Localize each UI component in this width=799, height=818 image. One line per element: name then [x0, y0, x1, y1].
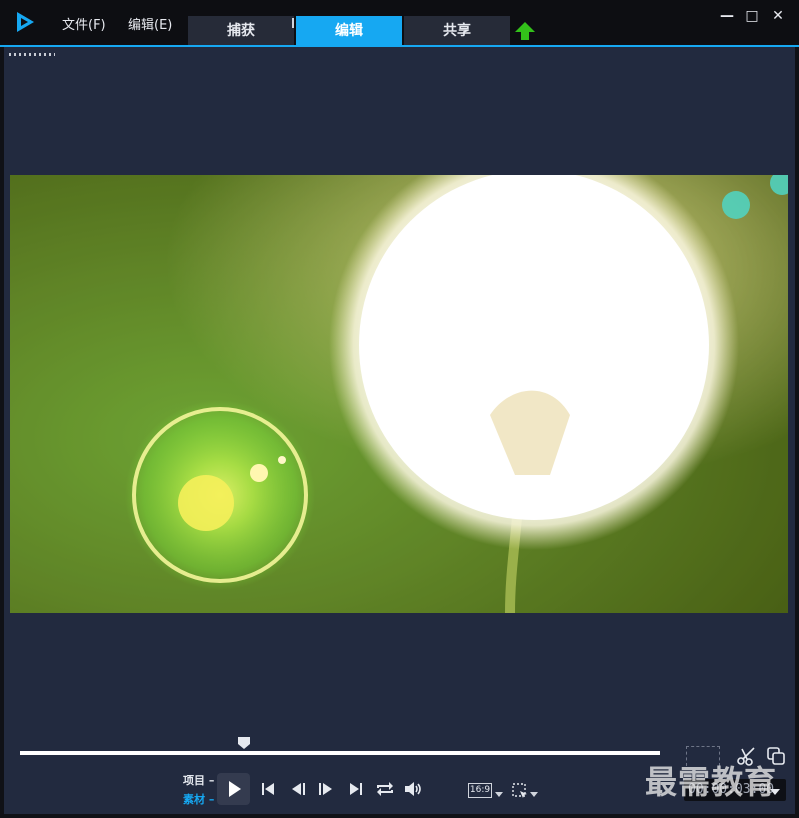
video-editor-window: 文件(F) 编辑(E) 捕获 编辑 共享 — □ ✕ 项目 – 素材 – 16:…: [0, 0, 799, 818]
tab-share[interactable]: 共享: [404, 16, 510, 46]
play-button[interactable]: [217, 773, 250, 805]
video-preview-frame[interactable]: [10, 175, 788, 613]
aspect-ratio-button[interactable]: 16:9: [468, 783, 492, 798]
timeline-scrubber[interactable]: [20, 751, 660, 755]
volume-icon[interactable]: [403, 780, 423, 798]
menu-file[interactable]: 文件(F): [62, 14, 106, 33]
dandelion-video-frame: [10, 175, 788, 613]
crop-dropdown-icon[interactable]: [530, 792, 538, 797]
go-to-end-icon[interactable]: [347, 780, 365, 798]
previous-frame-icon[interactable]: [290, 780, 308, 798]
minimize-button[interactable]: —: [717, 6, 737, 26]
next-frame-icon[interactable]: [316, 780, 334, 798]
project-mode-label[interactable]: 项目 –: [183, 772, 214, 788]
go-to-start-icon[interactable]: [259, 780, 277, 798]
maximize-button[interactable]: □: [742, 6, 762, 26]
tab-separator: [292, 18, 294, 28]
tab-edit[interactable]: 编辑: [296, 16, 402, 46]
tab-capture[interactable]: 捕获: [188, 16, 294, 46]
menu-edit[interactable]: 编辑(E): [128, 14, 172, 33]
aspect-ratio-dropdown-icon[interactable]: [495, 792, 503, 797]
upload-arrow-icon[interactable]: [514, 21, 536, 41]
play-icon: [229, 781, 241, 797]
crop-icon[interactable]: [511, 782, 529, 800]
playhead-handle[interactable]: [237, 736, 251, 750]
title-bar: 文件(F) 编辑(E) 捕获 编辑 共享 — □ ✕: [0, 0, 799, 46]
watermark-logo: 最需教育: [645, 763, 778, 801]
clip-mode-label[interactable]: 素材 –: [183, 791, 214, 807]
panel-grip-handle[interactable]: [9, 53, 55, 56]
repeat-icon[interactable]: [375, 780, 395, 798]
corel-logo-icon: [17, 12, 34, 32]
close-button[interactable]: ✕: [768, 6, 788, 26]
